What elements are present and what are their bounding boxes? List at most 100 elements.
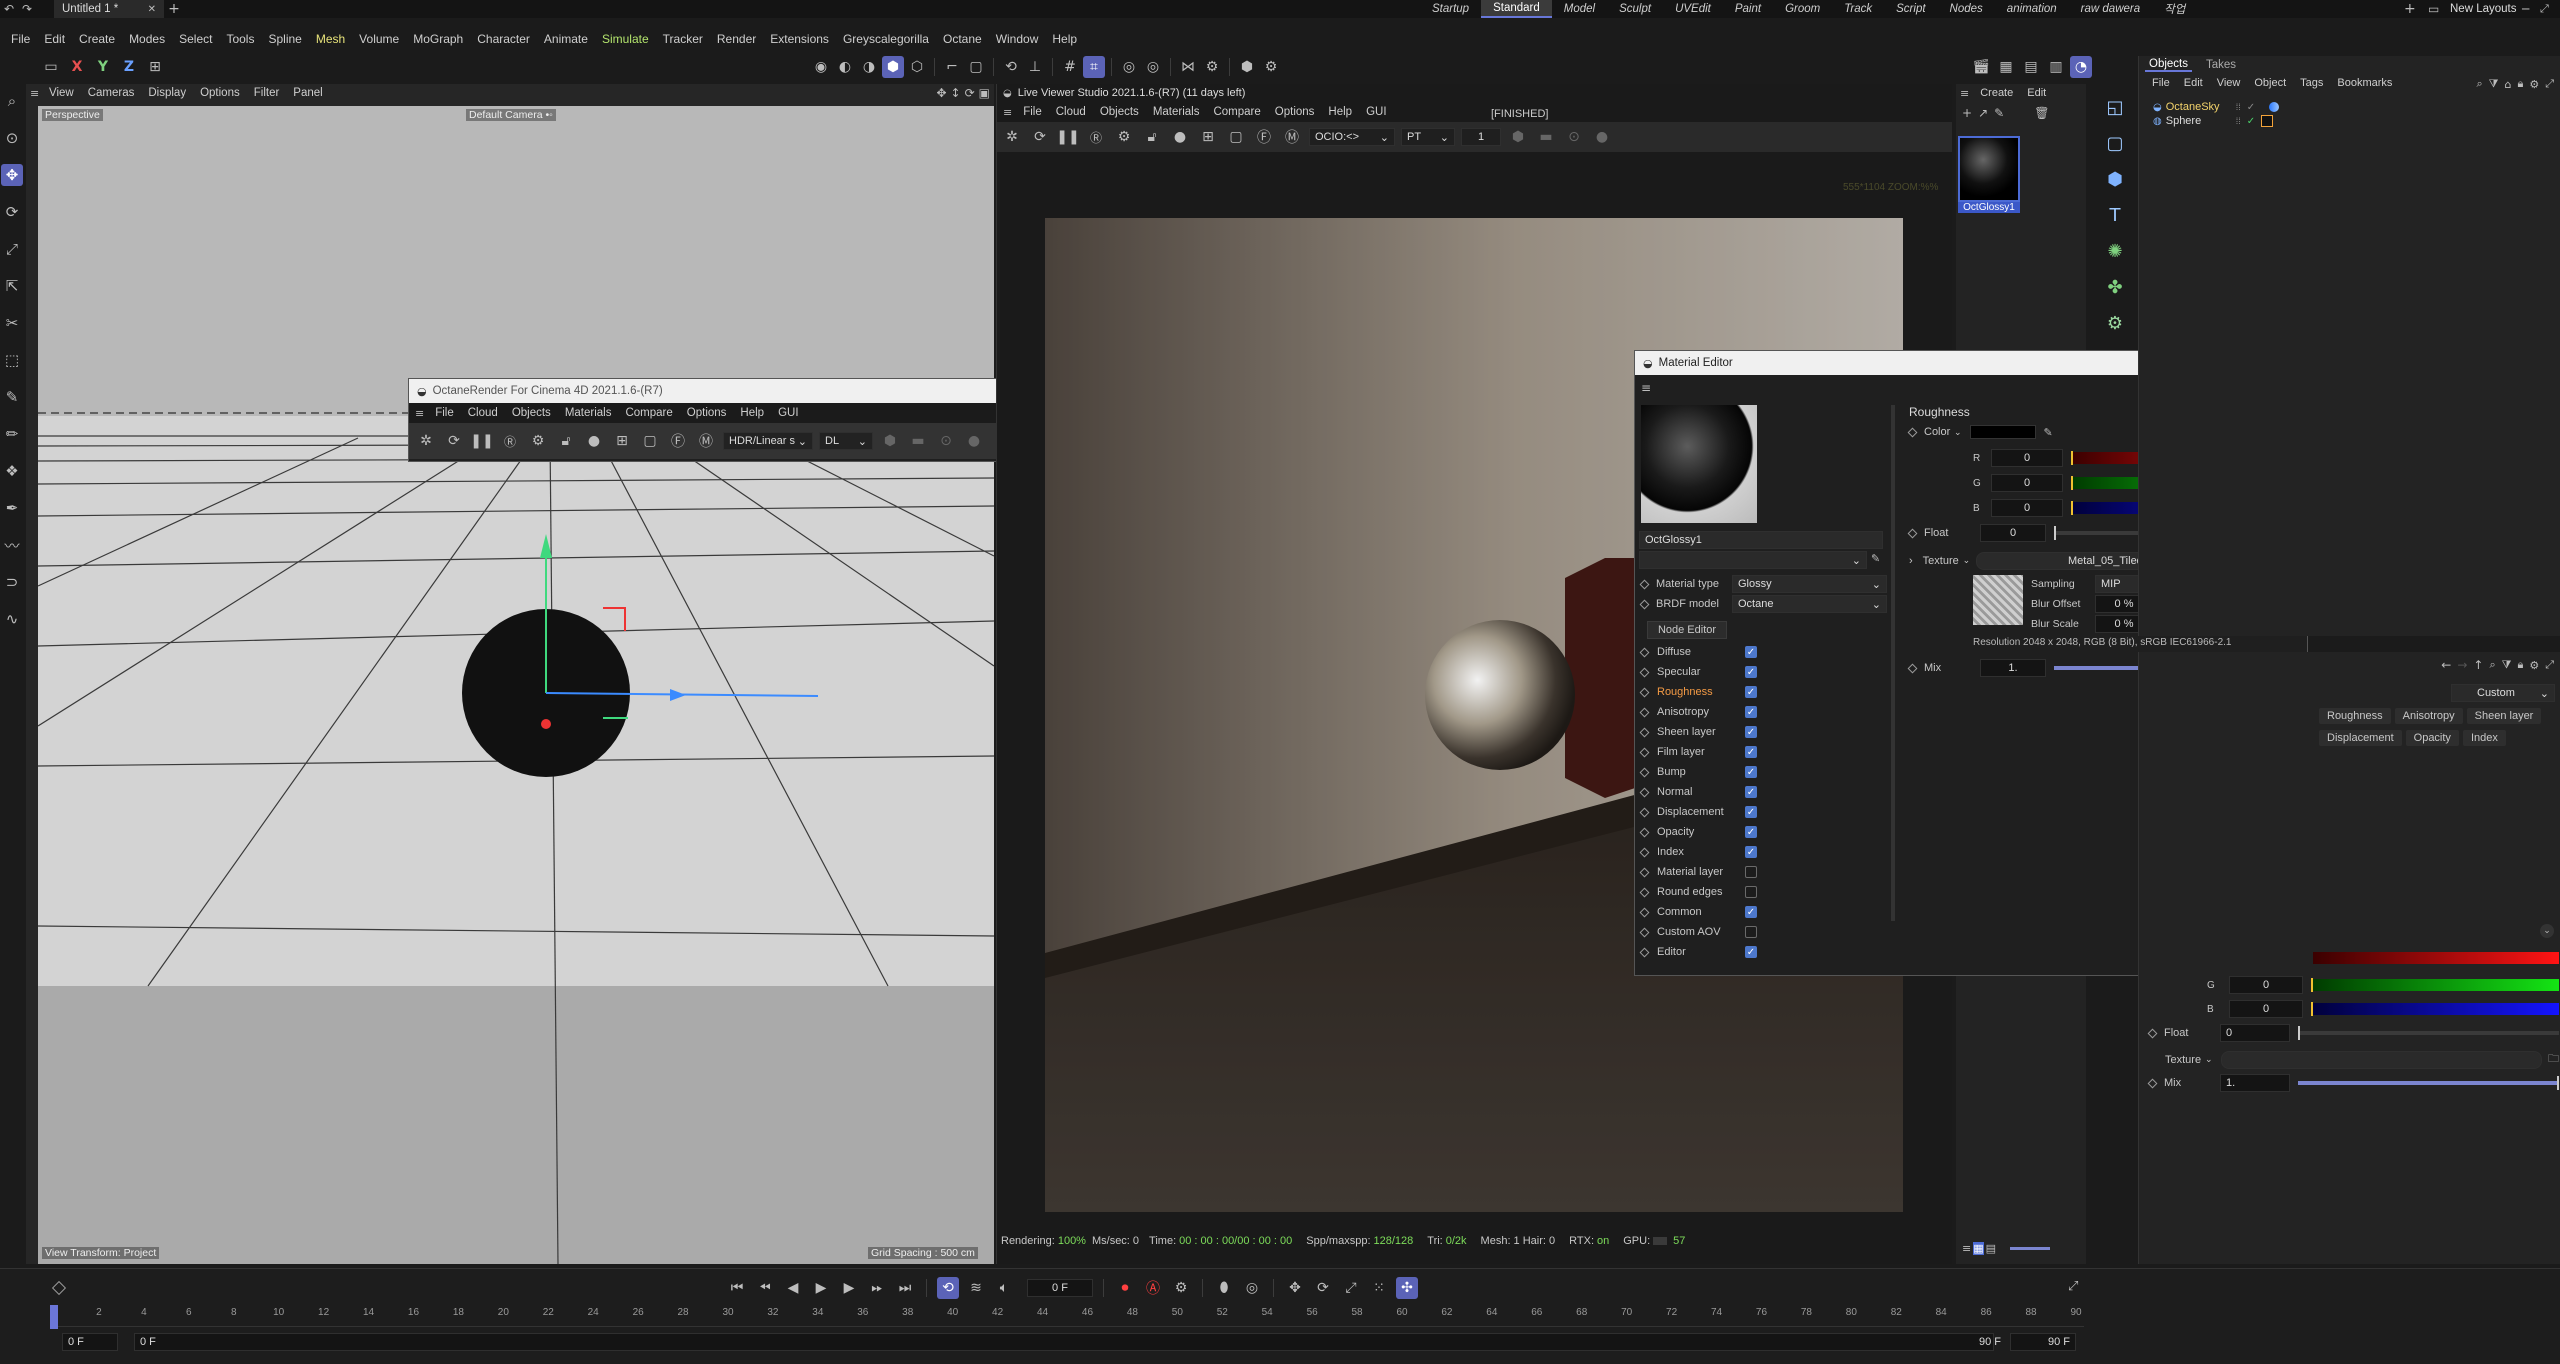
object-name[interactable]: Sphere — [2166, 115, 2236, 127]
gear-node-icon[interactable]: ✺ — [2104, 240, 2126, 262]
points-mode-icon[interactable]: ◑ — [858, 56, 880, 78]
viewport-menu-item[interactable]: Cameras — [81, 87, 142, 99]
channel-label[interactable]: Anisotropy — [1657, 706, 1745, 718]
menu-item[interactable]: Modes — [122, 32, 172, 46]
octane-menu-item[interactable]: Options — [680, 407, 734, 419]
object-row-sphere[interactable]: ◍ Sphere ⁞⁞ ✓ — [2153, 114, 2553, 128]
live-viewer-menu-item[interactable]: Objects — [1093, 106, 1146, 118]
search-icon[interactable]: ⌕ — [1, 90, 23, 112]
channel-checkbox[interactable]: ✓ — [1745, 826, 1757, 838]
pan-icon[interactable]: ✥ — [936, 86, 946, 100]
key-point-icon[interactable]: ⁙ — [1368, 1277, 1390, 1299]
text-icon[interactable]: T — [2104, 204, 2126, 226]
magnet-tool-icon[interactable]: ⊃ — [1, 571, 23, 593]
object-row-octanesky[interactable]: ◒ OctaneSky ⁞⁞ ✓ — [2153, 100, 2553, 114]
objects-tab[interactable]: Objects — [2145, 58, 2192, 72]
visibility-dots[interactable]: ⁞⁞ — [2236, 116, 2241, 126]
float-value-field[interactable]: 0 — [2220, 1024, 2290, 1042]
rotate-tool-icon[interactable]: ⟳ — [1, 201, 23, 223]
channel-checkbox[interactable]: ✓ — [1745, 746, 1757, 758]
keyframe-icon[interactable] — [1639, 599, 1650, 609]
viewport-menu-item[interactable]: Display — [141, 87, 193, 99]
keyframe-icon[interactable] — [2147, 1028, 2158, 1038]
octane-menu-item[interactable]: Cloud — [461, 407, 505, 419]
key-param-icon[interactable]: ◎ — [1241, 1277, 1263, 1299]
playback-rate-icon[interactable]: ≋ — [965, 1277, 987, 1299]
chevron-right-icon[interactable]: › — [1909, 555, 1913, 567]
objects-menu-item[interactable]: Tags — [2293, 77, 2330, 89]
live-viewer-menu-item[interactable]: Options — [1268, 106, 1322, 118]
axis-y-toggle[interactable]: Y — [92, 56, 114, 78]
material-picker-icon[interactable]: Ⓜ — [1281, 126, 1303, 148]
layout-tab[interactable]: Model — [1552, 0, 1607, 18]
home-icon[interactable]: ⌂ — [2504, 78, 2511, 91]
channel-row[interactable]: Round edges — [1639, 882, 1791, 902]
attribute-tab[interactable]: Roughness — [2319, 708, 2391, 724]
layout-tab[interactable]: Groom — [1773, 0, 1832, 18]
maximize-view-icon[interactable]: ▣ — [979, 86, 990, 100]
hexagon-icon[interactable]: ⬢ — [879, 430, 901, 452]
channel-row[interactable]: Displacement ✓ — [1639, 802, 1791, 822]
pause-render-icon[interactable]: ❚❚ — [1056, 126, 1079, 148]
channel-checkbox[interactable]: ✓ — [1745, 906, 1757, 918]
layout-tab[interactable]: raw dawera — [2069, 0, 2152, 18]
channel-row[interactable]: Anisotropy ✓ — [1639, 702, 1791, 722]
keyframe-icon[interactable] — [1639, 727, 1650, 737]
add-region-icon[interactable]: ⊞ — [1197, 126, 1219, 148]
keyframe-icon[interactable] — [1639, 827, 1650, 837]
edges-mode-icon[interactable]: ⬢ — [882, 56, 904, 78]
search-icon[interactable]: ⌕ — [2489, 658, 2495, 672]
chevron-down-icon[interactable]: ⌄ — [1954, 427, 1962, 438]
material-preview[interactable] — [1641, 405, 1757, 523]
channel-label[interactable]: Specular — [1657, 666, 1745, 678]
green-value-field[interactable]: 0 — [2229, 976, 2303, 994]
channel-row[interactable]: Sheen layer ✓ — [1639, 722, 1791, 742]
camera-icon[interactable]: ⊙ — [935, 430, 957, 452]
live-viewer-menu-item[interactable]: Compare — [1206, 106, 1267, 118]
channel-row[interactable]: Material layer — [1639, 862, 1791, 882]
menu-item[interactable]: Mesh — [309, 32, 352, 46]
key-position-icon[interactable]: ✥ — [1284, 1277, 1306, 1299]
objects-menu-item[interactable]: File — [2145, 77, 2177, 89]
arrow-icon[interactable]: ↗ — [1978, 106, 1988, 120]
render-queue-icon[interactable]: ▥ — [2045, 56, 2067, 78]
folder-icon[interactable]: 🗀︎ — [2548, 1050, 2559, 1069]
keyframe-icon[interactable] — [1639, 807, 1650, 817]
select-mode-icon[interactable]: ▭ — [40, 56, 62, 78]
document-tab[interactable]: Untitled 1 * ✕ — [54, 0, 164, 18]
box-icon[interactable]: ⬢ — [2104, 168, 2126, 190]
octane-menu-item[interactable]: File — [428, 407, 461, 419]
color-swatch[interactable] — [1969, 425, 2036, 439]
keyframe-icon[interactable] — [1639, 867, 1650, 877]
paint-tool-icon[interactable]: ✏ — [1, 423, 23, 445]
channel-label[interactable]: Opacity — [1657, 826, 1745, 838]
viewport-menu-item[interactable]: View — [42, 87, 81, 99]
chevron-down-icon[interactable]: ⌄ — [2205, 1054, 2213, 1065]
material-picker-icon[interactable]: Ⓜ — [695, 430, 717, 452]
restart-render-icon[interactable]: ⟳ — [443, 430, 465, 452]
keyframe-icon[interactable] — [2147, 1078, 2158, 1088]
sculpt-tool-icon[interactable]: ❖ — [1, 460, 23, 482]
channel-checkbox[interactable] — [1745, 926, 1757, 938]
key-scale-icon[interactable]: ⤢ — [1340, 1277, 1362, 1299]
keyframe-icon[interactable] — [1907, 427, 1918, 437]
move-tool-icon[interactable]: ✥ — [1, 164, 23, 186]
octane-menu-item[interactable]: Materials — [558, 407, 619, 419]
new-layouts-label[interactable]: New Layouts — [2450, 3, 2516, 15]
polygons-mode-icon[interactable]: ⬡ — [906, 56, 928, 78]
list-view-icon[interactable]: ≡ — [1962, 1242, 1971, 1255]
menu-item[interactable]: Window — [989, 32, 1046, 46]
menu-item[interactable]: Tools — [219, 32, 261, 46]
objects-menu-item[interactable]: Edit — [2177, 77, 2210, 89]
menu-item[interactable]: Extensions — [763, 32, 836, 46]
transfer-icon[interactable]: ⇱ — [1, 275, 23, 297]
objects-menu-item[interactable]: Object — [2247, 77, 2293, 89]
scale-tool-icon[interactable]: ⤢ — [1, 238, 23, 260]
minimize-window-icon[interactable]: ─ — [2522, 2, 2529, 16]
channel-checkbox[interactable]: ✓ — [1745, 726, 1757, 738]
redo-icon[interactable]: ↷ — [18, 2, 36, 16]
octane-menu-item[interactable]: Objects — [505, 407, 558, 419]
square-icon[interactable]: ▬ — [1535, 126, 1557, 148]
objects-menu-item[interactable]: Bookmarks — [2330, 77, 2399, 89]
keyframe-icon[interactable] — [1639, 927, 1650, 937]
